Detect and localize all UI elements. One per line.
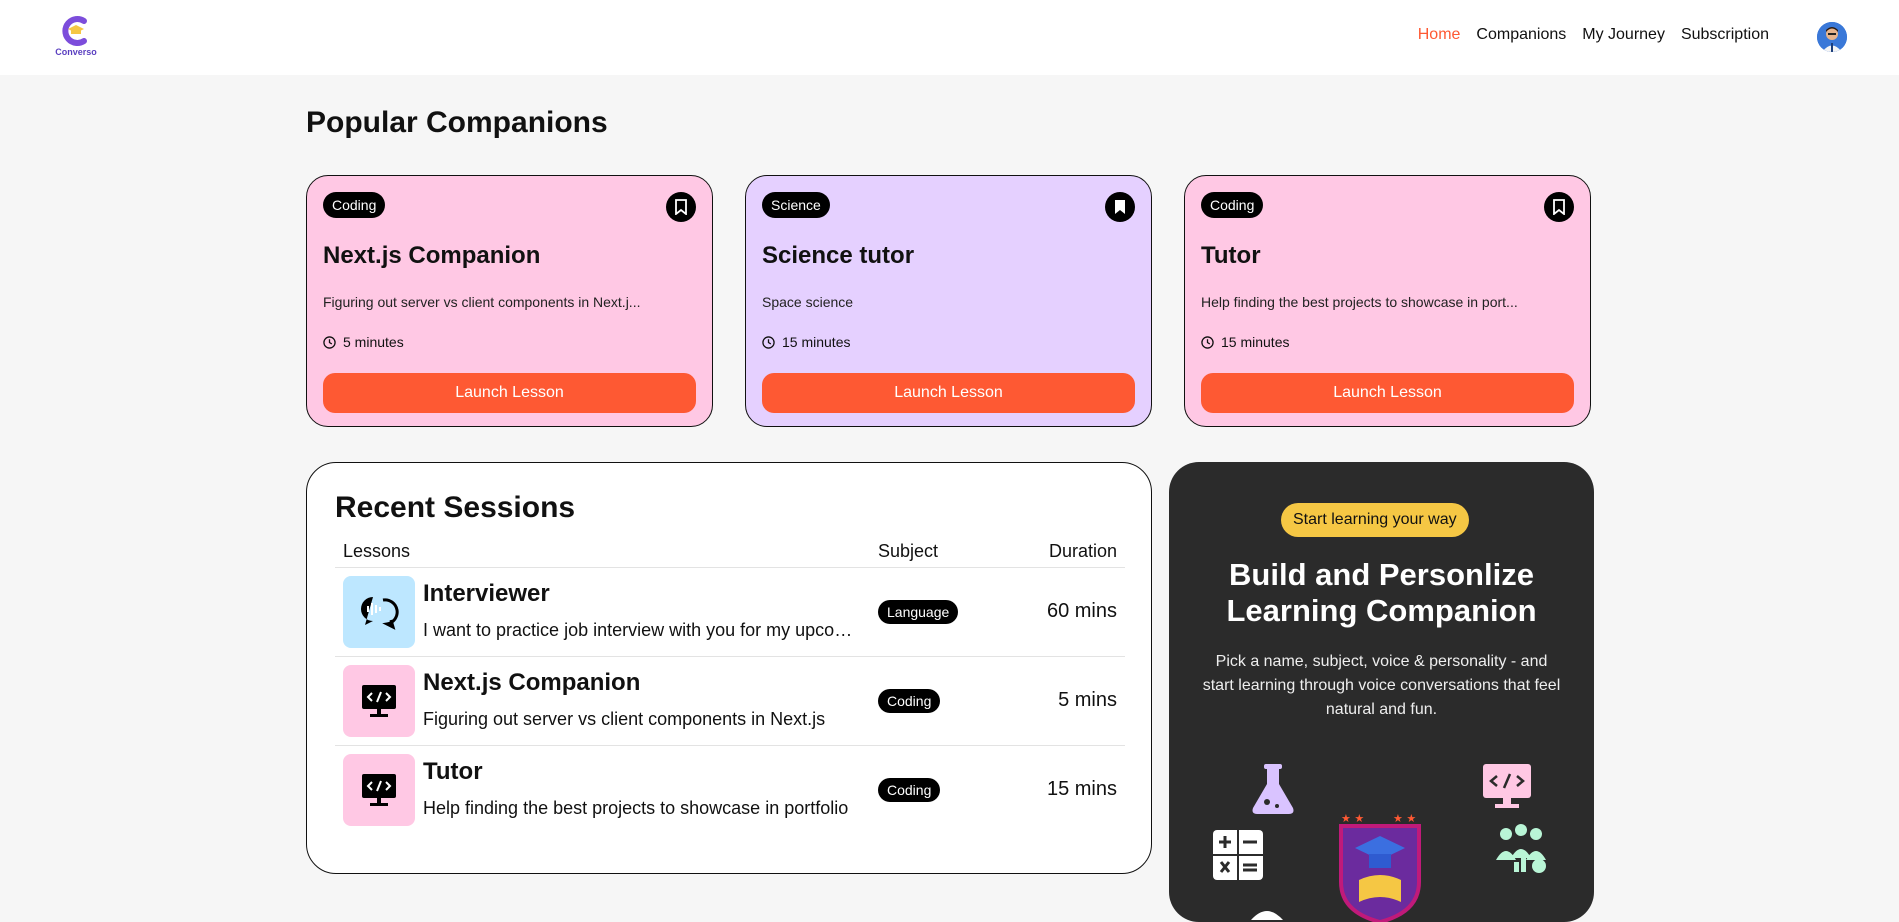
cta-illustration: ★ ★ ★ ★: [1213, 764, 1546, 922]
column-duration: Duration: [1048, 541, 1117, 561]
bookmark-icon: [675, 199, 687, 215]
calculator-icon: [1213, 830, 1263, 880]
companion-topic: Help finding the best projects to showca…: [1201, 294, 1518, 310]
subject-badge: Coding: [878, 778, 941, 802]
subject-badge: Language: [878, 600, 959, 624]
clock-icon: [323, 335, 336, 349]
bookmark-filled-icon: [1115, 200, 1125, 214]
session-name: Next.js Companion: [423, 669, 641, 696]
launch-lesson-button[interactable]: Launch Lesson: [762, 373, 1135, 413]
session-name: Interviewer: [423, 580, 550, 607]
bookmark-icon: [1553, 199, 1565, 215]
session-duration: 5 mins: [1058, 689, 1117, 711]
graduation-shield-icon: ★ ★ ★ ★: [1339, 812, 1421, 922]
clock-icon: [762, 335, 775, 349]
nav-my-journey[interactable]: My Journey: [1582, 26, 1665, 44]
duration-text: 5 minutes: [343, 334, 404, 350]
launch-lesson-button[interactable]: Launch Lesson: [323, 373, 696, 413]
group-stats-icon: [1496, 824, 1546, 873]
logo-icon: [62, 16, 87, 46]
svg-text:★ ★: ★ ★: [1393, 812, 1416, 825]
subject-badge: Coding: [1201, 192, 1264, 218]
session-topic: Figuring out server vs client components…: [423, 709, 826, 729]
cta-badge: Start learning your way: [1281, 503, 1469, 537]
code-monitor-icon: [343, 754, 415, 826]
session-duration: 15 mins: [1046, 778, 1117, 800]
science-flask-icon: [1252, 764, 1294, 814]
code-monitor-icon: [343, 665, 415, 737]
cta-title: Build and Personlize Learning Companion: [1169, 557, 1594, 629]
companion-topic: Space science: [762, 294, 854, 310]
companion-card: Science Science tutor Space science 15 m…: [745, 175, 1152, 427]
companion-card: Coding Next.js Companion Figuring out se…: [306, 175, 713, 427]
subject-badge: Science: [762, 192, 830, 218]
clock-icon: [1201, 335, 1214, 349]
table-row[interactable]: Tutor Help finding the best projects to …: [335, 746, 1125, 834]
cta-title-line2: Learning Companion: [1226, 593, 1537, 628]
session-topic: Help finding the best projects to showca…: [423, 798, 849, 818]
cta-description: Pick a name, subject, voice & personalit…: [1202, 653, 1561, 718]
audio-wave-chat-icon: [343, 576, 415, 648]
companion-duration: 5 minutes: [323, 334, 404, 350]
launch-lesson-button[interactable]: Launch Lesson: [1201, 373, 1574, 413]
nav-companions[interactable]: Companions: [1476, 26, 1566, 44]
duration-text: 15 minutes: [782, 334, 851, 350]
popular-companions-title: Popular Companions: [306, 106, 608, 139]
session-duration: 60 mins: [1046, 600, 1117, 622]
code-monitor-icon: [1483, 764, 1531, 808]
nav-subscription[interactable]: Subscription: [1681, 26, 1769, 44]
main-nav: Home Companions My Journey Subscription: [1402, 26, 1769, 44]
table-row[interactable]: Next.js Companion Figuring out server vs…: [335, 657, 1125, 746]
session-name: Tutor: [423, 758, 483, 785]
session-topic: I want to practice job interview with yo…: [423, 620, 863, 640]
svg-text:★ ★: ★ ★: [1341, 812, 1364, 825]
converso-logo[interactable]: Converso: [54, 14, 98, 60]
logo-text: Converso: [55, 47, 97, 57]
companion-topic: Figuring out server vs client components…: [323, 294, 641, 310]
companion-card: Coding Tutor Help finding the best proje…: [1184, 175, 1591, 427]
navbar: Converso Home Companions My Journey Subs…: [0, 0, 1899, 75]
bookmark-button[interactable]: [1544, 192, 1574, 222]
avatar-icon: [1817, 22, 1847, 52]
bookmark-button[interactable]: [1105, 192, 1135, 222]
companion-name: Tutor: [1201, 242, 1261, 269]
nav-home[interactable]: Home: [1418, 26, 1461, 44]
duration-text: 15 minutes: [1221, 334, 1290, 350]
cta-panel: Start learning your way Build and Person…: [1169, 462, 1594, 922]
companion-name: Science tutor: [762, 242, 915, 269]
subject-badge: Coding: [878, 689, 941, 713]
table-row[interactable]: Interviewer I want to practice job inter…: [335, 568, 1125, 657]
cta-title-line1: Build and Personlize: [1229, 557, 1534, 592]
companion-duration: 15 minutes: [762, 334, 850, 350]
bookmark-button[interactable]: [666, 192, 696, 222]
companion-name: Next.js Companion: [323, 242, 541, 269]
column-lessons: Lessons: [343, 541, 411, 561]
column-subject: Subject: [878, 541, 939, 561]
subject-badge: Coding: [323, 192, 386, 218]
recent-sessions-panel: Recent Sessions Lessons Subject Duration…: [306, 462, 1152, 874]
table-header: Lessons Subject Duration: [335, 535, 1125, 568]
recent-sessions-title: Recent Sessions: [335, 491, 576, 524]
companion-duration: 15 minutes: [1201, 334, 1289, 350]
user-avatar[interactable]: [1817, 22, 1847, 52]
